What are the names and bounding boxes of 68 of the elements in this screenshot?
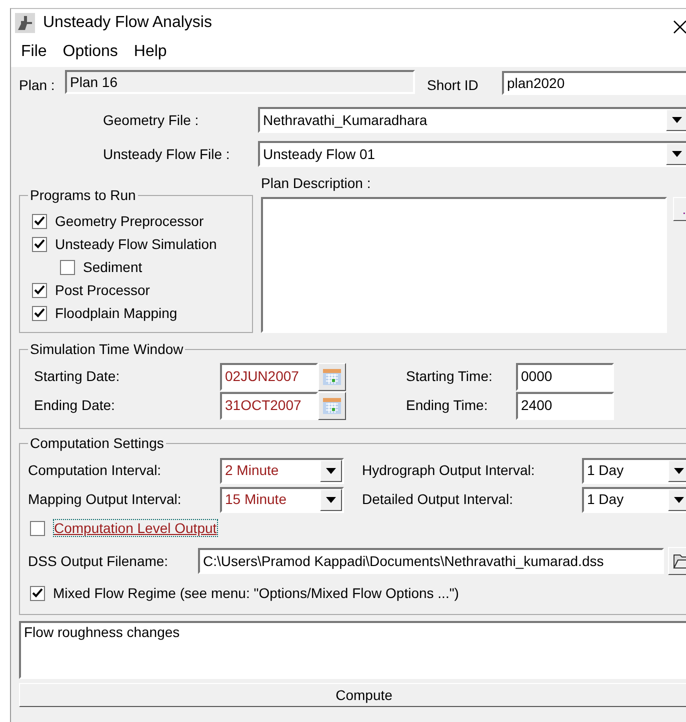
checkbox[interactable] xyxy=(30,586,45,600)
checkbox-label[interactable]: Post Processor xyxy=(55,282,150,299)
caret-icon xyxy=(326,468,336,474)
field-label: Starting Date: xyxy=(34,368,121,385)
caret-icon xyxy=(326,496,336,502)
date-field[interactable]: 02JUN2007 xyxy=(220,362,318,390)
dropdown-button[interactable] xyxy=(320,488,342,510)
dropdown-button[interactable] xyxy=(668,460,686,482)
app-icon xyxy=(15,13,35,33)
short-id-field[interactable]: plan2020 xyxy=(502,71,686,95)
field-label: Starting Time: xyxy=(406,368,494,385)
field-label: Geometry File : xyxy=(103,112,200,128)
time-field[interactable]: 0000 xyxy=(516,362,614,390)
calendar-icon xyxy=(323,368,341,384)
date-field[interactable]: 31OCT2007 xyxy=(220,392,318,420)
file-dropdown[interactable]: Unsteady Flow 01 xyxy=(258,141,686,167)
checkbox-label[interactable]: Geometry Preprocessor xyxy=(55,213,204,230)
caret-icon xyxy=(672,151,682,157)
group-title: Computation Settings xyxy=(28,435,166,452)
menu-item[interactable]: Options xyxy=(54,42,126,62)
checkbox[interactable] xyxy=(30,520,45,536)
dropdown-button[interactable] xyxy=(320,460,342,482)
menu-item[interactable]: File xyxy=(13,42,55,62)
checkbox[interactable] xyxy=(32,237,47,252)
interval-dropdown[interactable]: 1 Day xyxy=(582,458,686,484)
interval-dropdown[interactable]: 2 Minute xyxy=(220,458,344,484)
calendar-button[interactable] xyxy=(318,392,346,420)
checkbox-label[interactable]: Mixed Flow Regime (see menu: "Options/Mixed Flow Options ...") xyxy=(53,584,459,602)
field-label: Mapping Output Interval: xyxy=(28,491,182,508)
checkbox-label[interactable]: Floodplain Mapping xyxy=(55,305,178,322)
calendar-icon xyxy=(323,398,341,414)
field-label: Unsteady Flow File : xyxy=(103,146,231,162)
caret-icon xyxy=(674,468,684,474)
field-label: DSS Output Filename: xyxy=(28,552,170,570)
time-field[interactable]: 2400 xyxy=(516,392,614,420)
caret-icon xyxy=(672,117,682,123)
field-label: Computation Interval: xyxy=(28,462,162,479)
dropdown-button[interactable] xyxy=(666,143,686,165)
description-field[interactable] xyxy=(261,197,667,333)
interval-dropdown[interactable]: 1 Day xyxy=(582,486,686,512)
menu-item[interactable]: Help xyxy=(126,42,175,62)
field-label: Plan Description : xyxy=(261,175,372,193)
dropdown-button[interactable] xyxy=(668,488,686,510)
compute-button[interactable]: Compute xyxy=(19,683,686,707)
file-dropdown[interactable]: Nethravathi_Kumaradhara xyxy=(258,107,686,133)
window-title: Unsteady Flow Analysis xyxy=(43,13,212,33)
calendar-button[interactable] xyxy=(318,362,346,390)
group-title: Programs to Run xyxy=(28,187,138,204)
field-label: Short ID xyxy=(427,76,480,94)
checkbox-label[interactable]: Unsteady Flow Simulation xyxy=(55,236,217,253)
filename-field[interactable]: C:\Users\Pramod Kappadi\Documents\Nethravathi_kumarad.dss xyxy=(198,548,664,574)
checkbox[interactable] xyxy=(32,306,47,321)
field-label: Hydrograph Output Interval: xyxy=(362,462,536,479)
checkbox[interactable] xyxy=(32,214,47,229)
more-button[interactable]: .. xyxy=(673,197,686,221)
checkbox-label[interactable]: Computation Level Output xyxy=(53,518,218,538)
dropdown-button[interactable] xyxy=(666,109,686,131)
field-label: Ending Date: xyxy=(34,397,116,414)
field-label: Detailed Output Interval: xyxy=(362,491,514,508)
field-label: Plan : xyxy=(19,76,56,94)
checkbox[interactable] xyxy=(60,260,75,275)
checkbox[interactable] xyxy=(32,283,47,298)
checkbox-label[interactable]: Sediment xyxy=(83,259,142,276)
plan-name-field[interactable]: Plan 16 xyxy=(65,70,415,94)
notes-field[interactable]: Flow roughness changes xyxy=(19,621,686,679)
caret-icon xyxy=(674,496,684,502)
field-label: Ending Time: xyxy=(406,397,489,414)
interval-dropdown[interactable]: 15 Minute xyxy=(220,486,344,512)
